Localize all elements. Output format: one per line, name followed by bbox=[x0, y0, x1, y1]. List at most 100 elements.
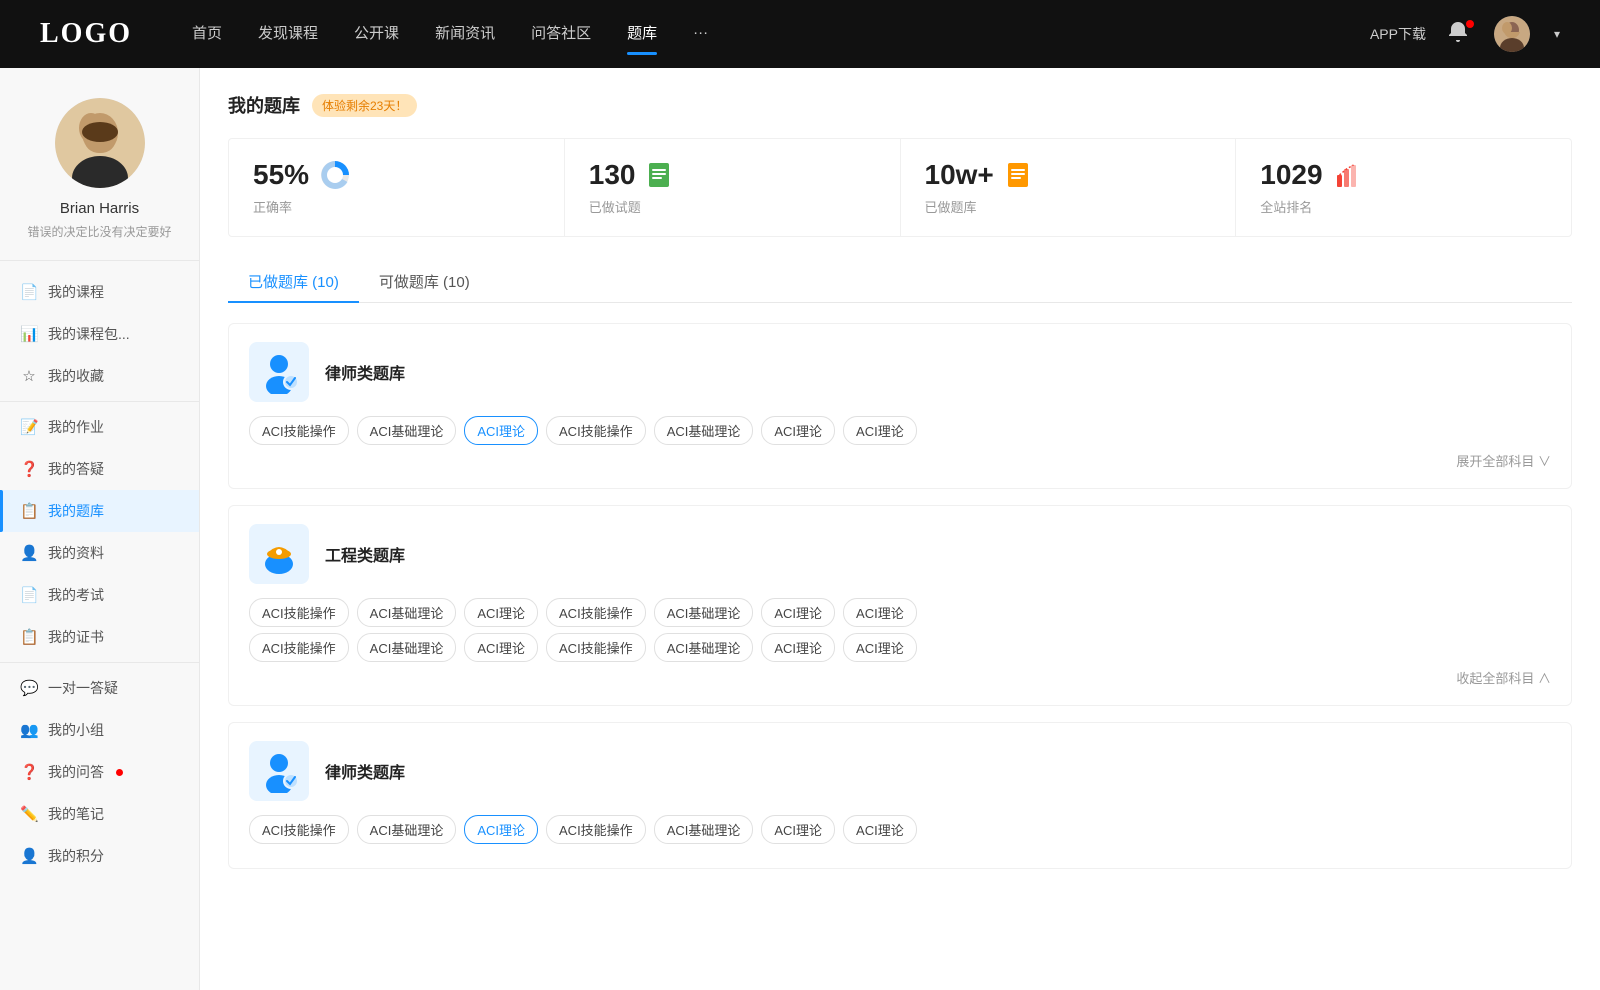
sidebar-item-questionbank[interactable]: 📋 我的题库 bbox=[0, 490, 199, 532]
tag-1-1[interactable]: ACI基础理论 bbox=[357, 416, 457, 445]
nav-news[interactable]: 新闻资讯 bbox=[435, 22, 495, 47]
chart-red-icon bbox=[1333, 161, 1361, 189]
tag-2r-3[interactable]: ACI技能操作 bbox=[546, 633, 646, 662]
tag-2r-1[interactable]: ACI基础理论 bbox=[357, 633, 457, 662]
tag-3-3[interactable]: ACI技能操作 bbox=[546, 815, 646, 844]
stat-done-banks-top: 10w+ bbox=[925, 159, 1212, 191]
tag-2-4[interactable]: ACI基础理论 bbox=[654, 598, 754, 627]
bank-tags-2-row2: ACI技能操作 ACI基础理论 ACI理论 ACI技能操作 ACI基础理论 AC… bbox=[249, 633, 1551, 662]
sidebar-item-favorites[interactable]: ☆ 我的收藏 bbox=[0, 355, 199, 397]
bank-card-lawyer-1: 律师类题库 ACI技能操作 ACI基础理论 ACI理论 ACI技能操作 ACI基… bbox=[228, 323, 1572, 489]
lawyer-bank-icon-2 bbox=[249, 741, 309, 801]
nav-more[interactable]: ··· bbox=[693, 24, 708, 45]
expand-link-1[interactable]: 展开全部科目 ∨ bbox=[1456, 451, 1551, 470]
homework-icon: 📝 bbox=[20, 418, 38, 436]
stat-rank: 1029 全站排名 bbox=[1236, 139, 1571, 236]
tag-2r-0[interactable]: ACI技能操作 bbox=[249, 633, 349, 662]
bank-header-2: 工程类题库 bbox=[249, 524, 1551, 584]
sidebar-item-coursepack[interactable]: 📊 我的课程包... bbox=[0, 313, 199, 355]
tag-3-4[interactable]: ACI基础理论 bbox=[654, 815, 754, 844]
stat-done-banks: 10w+ 已做题库 bbox=[901, 139, 1237, 236]
tag-2r-6[interactable]: ACI理论 bbox=[843, 633, 917, 662]
sidebar-item-mycourse[interactable]: 📄 我的课程 bbox=[0, 271, 199, 313]
bank-footer-1: 展开全部科目 ∨ bbox=[249, 451, 1551, 470]
tag-2-0[interactable]: ACI技能操作 bbox=[249, 598, 349, 627]
bank-title-2: 工程类题库 bbox=[325, 542, 405, 566]
sidebar-item-homework[interactable]: 📝 我的作业 bbox=[0, 406, 199, 448]
nav-opencourse[interactable]: 公开课 bbox=[354, 22, 399, 47]
rank-label: 全站排名 bbox=[1260, 197, 1547, 216]
nav-links: 首页 发现课程 公开课 新闻资讯 问答社区 题库 ··· bbox=[192, 22, 1370, 47]
tag-3-5[interactable]: ACI理论 bbox=[761, 815, 835, 844]
tag-2-1[interactable]: ACI基础理论 bbox=[357, 598, 457, 627]
stat-done-top: 130 bbox=[589, 159, 876, 191]
nav-discover[interactable]: 发现课程 bbox=[258, 22, 318, 47]
sidebar-item-notes[interactable]: ✏️ 我的笔记 bbox=[0, 793, 199, 835]
nav-qa[interactable]: 问答社区 bbox=[531, 22, 591, 47]
accuracy-pie-icon bbox=[319, 159, 351, 191]
tag-2r-4[interactable]: ACI基础理论 bbox=[654, 633, 754, 662]
tag-2r-5[interactable]: ACI理论 bbox=[761, 633, 835, 662]
coursepack-icon: 📊 bbox=[20, 325, 38, 343]
done-banks-value: 10w+ bbox=[925, 159, 994, 191]
tag-2-5[interactable]: ACI理论 bbox=[761, 598, 835, 627]
rank-value: 1029 bbox=[1260, 159, 1322, 191]
bank-title-1: 律师类题库 bbox=[325, 360, 405, 384]
accuracy-label: 正确率 bbox=[253, 197, 540, 216]
tag-3-6[interactable]: ACI理论 bbox=[843, 815, 917, 844]
tag-2r-2[interactable]: ACI理论 bbox=[464, 633, 538, 662]
tag-2-2[interactable]: ACI理论 bbox=[464, 598, 538, 627]
tag-3-1[interactable]: ACI基础理论 bbox=[357, 815, 457, 844]
avatar-chevron-icon[interactable]: ▾ bbox=[1554, 27, 1560, 41]
tag-2-6[interactable]: ACI理论 bbox=[843, 598, 917, 627]
bank-tags-3: ACI技能操作 ACI基础理论 ACI理论 ACI技能操作 ACI基础理论 AC… bbox=[249, 815, 1551, 844]
questionbank-icon: 📋 bbox=[20, 502, 38, 520]
tag-1-3[interactable]: ACI技能操作 bbox=[546, 416, 646, 445]
sidebar-item-1on1[interactable]: 💬 一对一答疑 bbox=[0, 667, 199, 709]
points-icon: 👤 bbox=[20, 847, 38, 865]
done-questions-label: 已做试题 bbox=[589, 197, 876, 216]
sidebar-item-qa[interactable]: ❓ 我的答疑 bbox=[0, 448, 199, 490]
lawyer-bank-icon bbox=[249, 342, 309, 402]
tag-1-0[interactable]: ACI技能操作 bbox=[249, 416, 349, 445]
tag-3-0[interactable]: ACI技能操作 bbox=[249, 815, 349, 844]
stat-accuracy: 55% 正确率 bbox=[229, 139, 565, 236]
sidebar-item-group[interactable]: 👥 我的小组 bbox=[0, 709, 199, 751]
sidebar-item-myquestion[interactable]: ❓ 我的问答 bbox=[0, 751, 199, 793]
tag-1-2[interactable]: ACI理论 bbox=[464, 416, 538, 445]
tab-available-banks[interactable]: 可做题库 (10) bbox=[359, 261, 490, 302]
bank-header-3: 律师类题库 bbox=[249, 741, 1551, 801]
doc-green-icon bbox=[645, 161, 673, 189]
profile-section: Brian Harris 错误的决定比没有决定要好 bbox=[0, 68, 199, 261]
certificate-icon: 📋 bbox=[20, 628, 38, 646]
notes-icon: ✏️ bbox=[20, 805, 38, 823]
qa-icon: ❓ bbox=[20, 460, 38, 478]
tag-2-3[interactable]: ACI技能操作 bbox=[546, 598, 646, 627]
nav-home[interactable]: 首页 bbox=[192, 22, 222, 47]
tag-1-6[interactable]: ACI理论 bbox=[843, 416, 917, 445]
notification-bell[interactable] bbox=[1446, 20, 1474, 48]
tag-1-4[interactable]: ACI基础理论 bbox=[654, 416, 754, 445]
tab-done-banks[interactable]: 已做题库 (10) bbox=[228, 261, 359, 302]
page-title: 我的题库 bbox=[228, 92, 300, 118]
sidebar-item-certificate[interactable]: 📋 我的证书 bbox=[0, 616, 199, 658]
sidebar-item-mydata[interactable]: 👤 我的资料 bbox=[0, 532, 199, 574]
bank-footer-2: 收起全部科目 ∧ bbox=[249, 668, 1551, 687]
stat-accuracy-top: 55% bbox=[253, 159, 540, 191]
content-header: 我的题库 体验剩余23天！ bbox=[228, 92, 1572, 118]
1on1-icon: 💬 bbox=[20, 679, 38, 697]
group-icon: 👥 bbox=[20, 721, 38, 739]
bank-title-3: 律师类题库 bbox=[325, 759, 405, 783]
sidebar-item-points[interactable]: 👤 我的积分 bbox=[0, 835, 199, 877]
sidebar-item-myexam[interactable]: 📄 我的考试 bbox=[0, 574, 199, 616]
nav-questionbank[interactable]: 题库 bbox=[627, 22, 657, 47]
collapse-link-2[interactable]: 收起全部科目 ∧ bbox=[1456, 668, 1551, 687]
tag-1-5[interactable]: ACI理论 bbox=[761, 416, 835, 445]
bank-tags-1: ACI技能操作 ACI基础理论 ACI理论 ACI技能操作 ACI基础理论 AC… bbox=[249, 416, 1551, 445]
profile-slogan: 错误的决定比没有决定要好 bbox=[27, 223, 171, 240]
app-download-button[interactable]: APP下载 bbox=[1370, 24, 1426, 44]
logo: LOGO bbox=[40, 18, 132, 50]
tag-3-2[interactable]: ACI理论 bbox=[464, 815, 538, 844]
bank-header-1: 律师类题库 bbox=[249, 342, 1551, 402]
avatar[interactable] bbox=[1494, 16, 1530, 52]
